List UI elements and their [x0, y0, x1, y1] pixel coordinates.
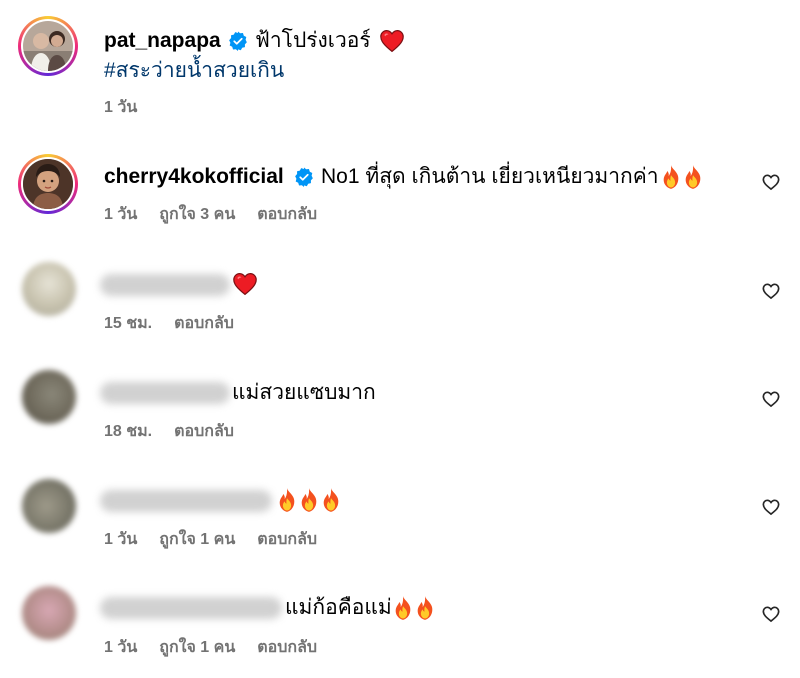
comment-text: แม่ก้อคือแม่	[285, 594, 436, 622]
fire-emoji-icon	[320, 487, 342, 513]
like-heart-icon[interactable]	[761, 389, 781, 409]
caption-text: ฟ้าโปร่งเวอร์	[255, 29, 371, 52]
verified-badge-icon	[294, 167, 314, 187]
red-heart-emoji-icon	[232, 272, 258, 296]
comment-text: No1 ที่สุด เกินต้าน เยี่ยวเหนียวมากค่า	[321, 163, 704, 191]
avatar[interactable]	[22, 370, 76, 424]
avatar[interactable]	[22, 479, 76, 533]
like-heart-icon[interactable]	[761, 172, 781, 192]
comment-meta: 1 วัน ถูกใจ 1 คน ตอบกลับ	[104, 637, 339, 659]
reply-button[interactable]: ตอบกลับ	[257, 531, 317, 548]
like-heart-icon[interactable]	[761, 604, 781, 624]
comment-likes-count[interactable]: ถูกใจ 3 คน	[159, 206, 235, 223]
comment-meta: 1 วัน ถูกใจ 3 คน ตอบกลับ	[104, 204, 339, 226]
avatar[interactable]	[22, 262, 76, 316]
fire-emoji-icon	[414, 595, 436, 621]
comment-text: แม่สวยแซบมาก	[232, 381, 376, 404]
comment-time: 1 วัน	[104, 639, 138, 656]
blurred-username[interactable]	[100, 382, 230, 404]
post-time: 1 วัน	[104, 99, 138, 116]
comment-likes-count[interactable]: ถูกใจ 1 คน	[159, 531, 235, 548]
fire-emoji-icon	[298, 487, 320, 513]
hashtag-link[interactable]: #สระว่ายน้ำสวยเกิน	[104, 57, 284, 85]
reply-button[interactable]: ตอบกลับ	[257, 639, 317, 656]
avatar[interactable]	[23, 159, 73, 209]
reply-button[interactable]: ตอบกลับ	[174, 315, 234, 332]
like-heart-icon[interactable]	[761, 281, 781, 301]
comment-likes-count[interactable]: ถูกใจ 1 คน	[159, 639, 235, 656]
comment-meta: 18 ชม. ตอบกลับ	[104, 421, 256, 443]
story-ring[interactable]	[18, 154, 78, 214]
fire-emoji-icon	[660, 164, 682, 190]
fire-emoji-icon	[682, 164, 704, 190]
blurred-username[interactable]	[100, 597, 282, 619]
blurred-username[interactable]	[100, 490, 272, 512]
post-username[interactable]: pat_napapa	[104, 27, 221, 55]
comment-time: 15 ชม.	[104, 315, 153, 332]
reply-button[interactable]: ตอบกลับ	[257, 206, 317, 223]
comment-time: 18 ชม.	[104, 423, 153, 440]
comment-meta: 1 วัน ถูกใจ 1 คน ตอบกลับ	[104, 529, 339, 551]
blurred-username[interactable]	[100, 274, 230, 296]
comment-time: 1 วัน	[104, 206, 138, 223]
comment-text	[276, 486, 342, 514]
comment-time: 1 วัน	[104, 531, 138, 548]
comment-username[interactable]: cherry4kokofficial	[104, 163, 284, 191]
reply-button[interactable]: ตอบกลับ	[174, 423, 234, 440]
red-heart-emoji-icon	[379, 29, 405, 53]
avatar[interactable]	[23, 21, 73, 71]
fire-emoji-icon	[392, 595, 414, 621]
avatar[interactable]	[22, 586, 76, 640]
story-ring[interactable]	[18, 16, 78, 76]
comment-meta: 15 ชม. ตอบกลับ	[104, 313, 256, 335]
verified-badge-icon	[228, 31, 248, 51]
fire-emoji-icon	[276, 487, 298, 513]
like-heart-icon[interactable]	[761, 497, 781, 517]
